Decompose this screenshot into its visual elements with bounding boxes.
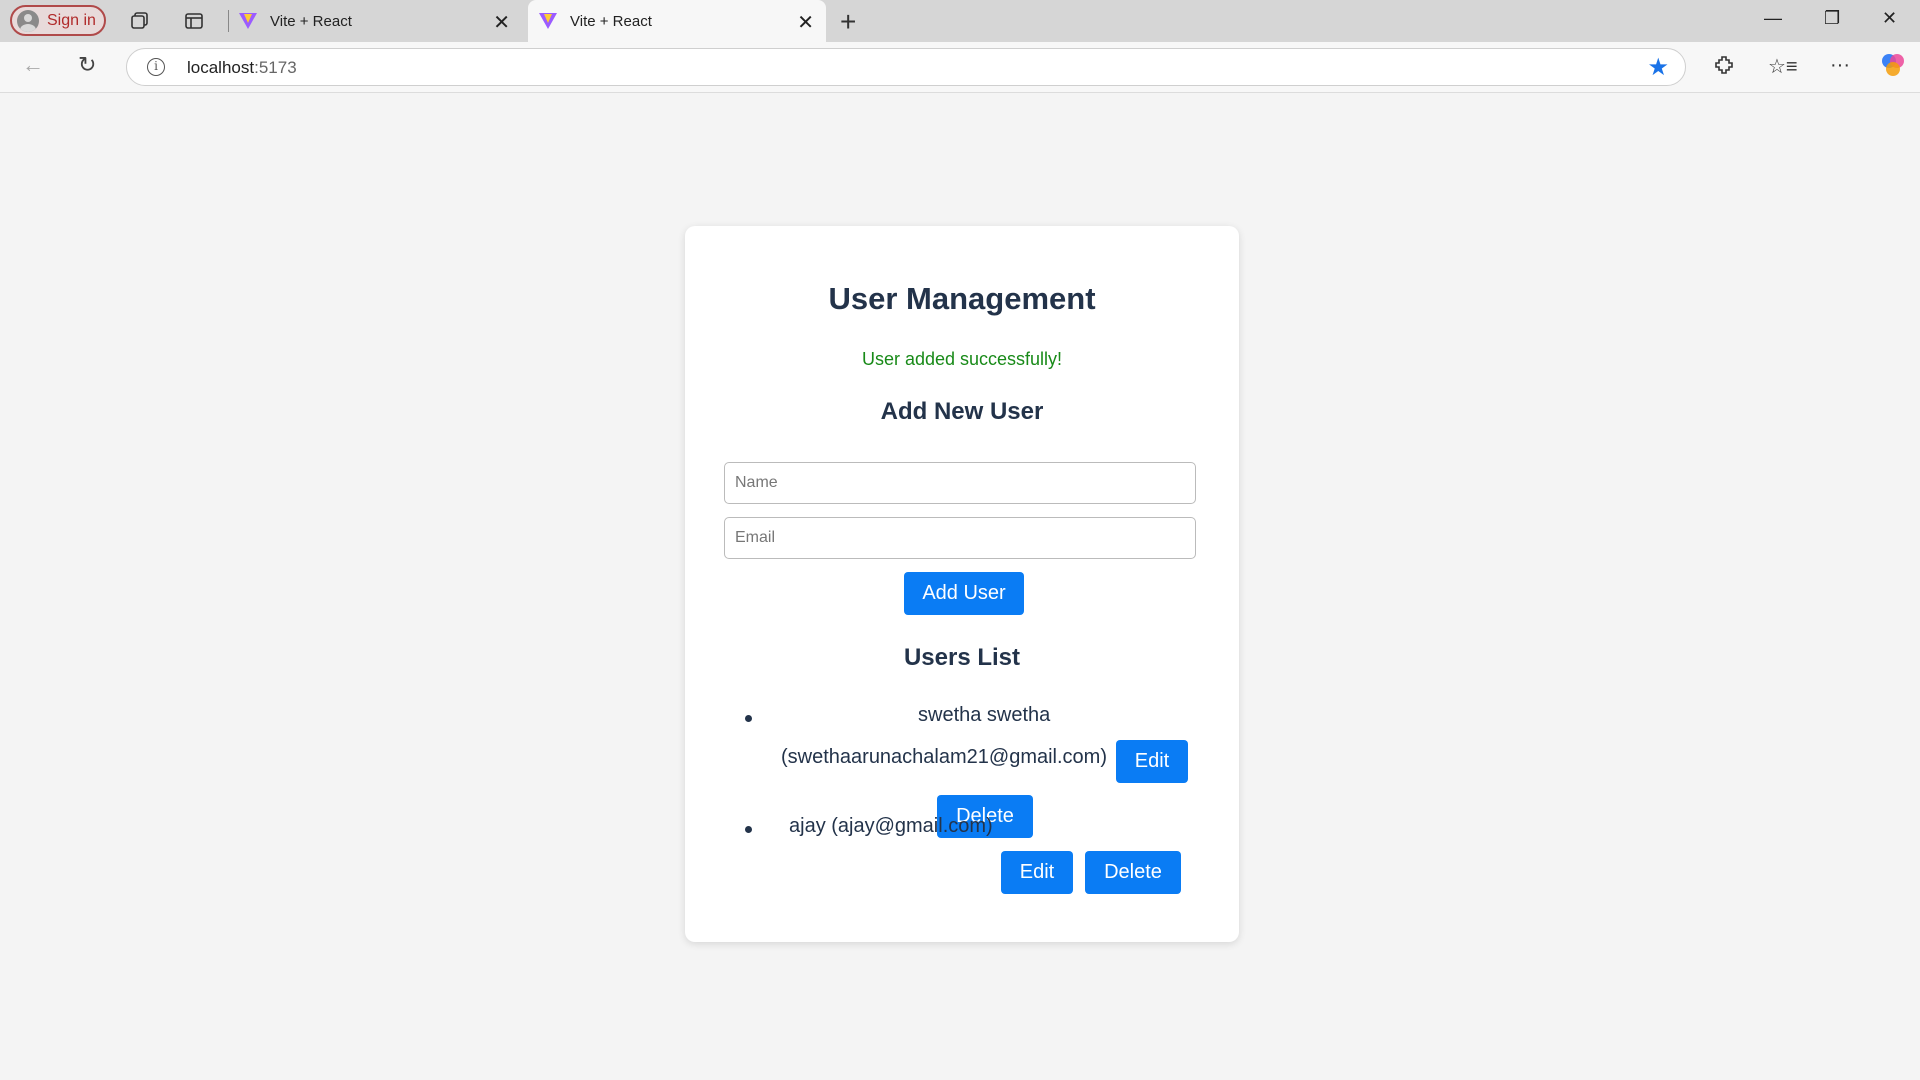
list-bullet <box>745 715 752 722</box>
tab-vite-react-2[interactable]: Vite + React ✕ <box>528 0 826 42</box>
profile-avatar-icon <box>17 9 39 32</box>
edit-user-button[interactable]: Edit <box>1001 851 1073 894</box>
workspaces-icon[interactable] <box>128 9 152 33</box>
close-tab-icon[interactable]: ✕ <box>493 10 510 35</box>
site-info-icon[interactable]: i <box>147 58 165 76</box>
list-bullet <box>745 826 752 833</box>
tab-title: Vite + React <box>270 12 352 30</box>
add-user-heading: Add New User <box>880 398 1044 425</box>
minimize-icon[interactable]: — <box>1764 8 1782 29</box>
refresh-icon[interactable]: ↻ <box>78 52 96 78</box>
delete-user-button[interactable]: Delete <box>1085 851 1181 894</box>
user-name: swetha swetha <box>918 704 1051 726</box>
favorite-star-icon[interactable]: ★ <box>1647 53 1669 82</box>
restore-icon[interactable]: ❐ <box>1824 8 1840 29</box>
tab-separator <box>228 10 229 32</box>
browser-toolbar: ← ↻ i localhost:5173 ★ ☆≡ ··· <box>0 42 1920 93</box>
address-bar[interactable]: i localhost:5173 ★ <box>126 48 1686 86</box>
new-tab-icon[interactable]: + <box>840 6 856 38</box>
favorites-icon[interactable]: ☆≡ <box>1768 54 1798 79</box>
close-tab-icon[interactable]: ✕ <box>797 10 814 35</box>
extensions-icon[interactable] <box>1714 54 1736 82</box>
user-entry-text: ajay (ajay@gmail.com) <box>789 815 993 837</box>
edit-user-button[interactable]: Edit <box>1116 740 1188 783</box>
url-text[interactable]: localhost:5173 <box>187 58 297 78</box>
page-title: User Management <box>828 281 1096 316</box>
more-options-icon[interactable]: ··· <box>1830 54 1850 77</box>
status-message: User added successfully! <box>861 349 1063 369</box>
browser-tab-bar: Sign in Vite + React ✕ Vite + React ✕ + … <box>0 0 1920 42</box>
page-viewport: User Management User added successfully!… <box>4 93 1916 1075</box>
add-user-button[interactable]: Add User <box>904 572 1024 615</box>
email-input[interactable] <box>724 517 1196 559</box>
user-management-card: User Management User added successfully!… <box>685 226 1239 942</box>
name-input[interactable] <box>724 462 1196 504</box>
close-window-icon[interactable]: ✕ <box>1882 8 1897 29</box>
user-email: (swethaarunachalam21@gmail.com) <box>781 746 1107 768</box>
sign-in-button[interactable]: Sign in <box>10 5 106 36</box>
sign-in-label: Sign in <box>47 11 96 29</box>
vite-logo-icon <box>239 13 257 29</box>
tab-vite-react-1[interactable]: Vite + React ✕ <box>232 0 522 42</box>
tab-title: Vite + React <box>570 12 652 30</box>
users-list-heading: Users List <box>903 644 1021 671</box>
back-icon[interactable]: ← <box>22 52 44 78</box>
vite-logo-icon <box>539 13 557 29</box>
vertical-tabs-icon[interactable] <box>182 9 206 33</box>
copilot-icon[interactable] <box>1880 52 1906 84</box>
